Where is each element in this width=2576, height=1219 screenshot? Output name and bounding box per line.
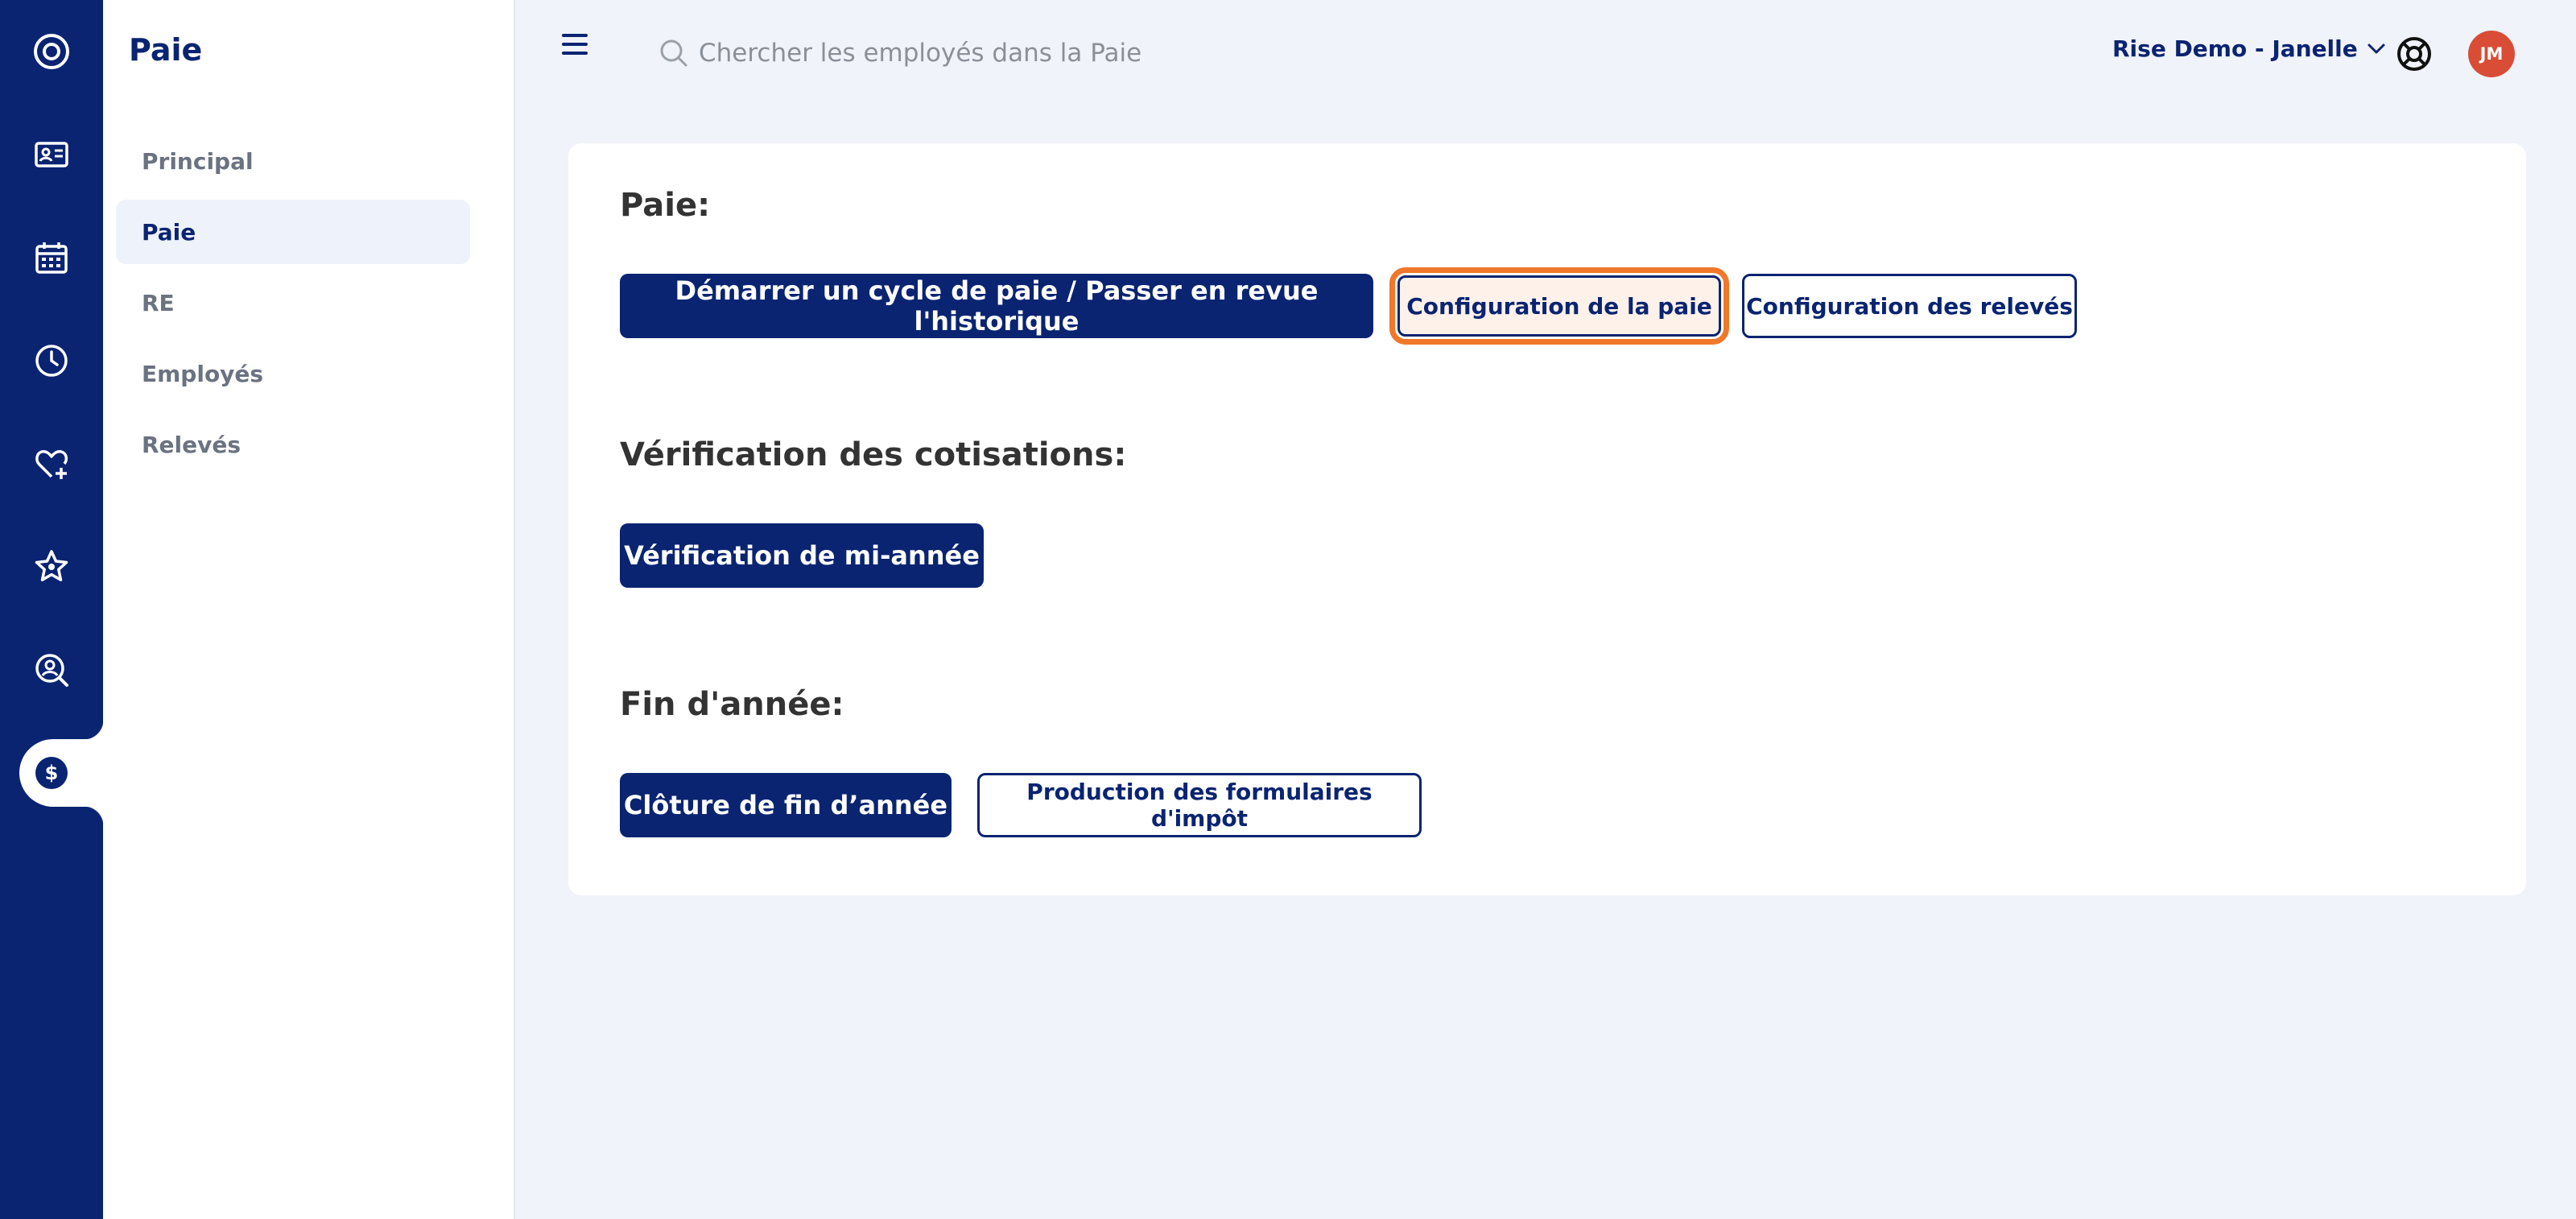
- star-icon[interactable]: [29, 544, 74, 589]
- subnav-item-releves[interactable]: Relevés: [116, 412, 470, 477]
- section-title-year-end: Fin d'année:: [620, 686, 844, 723]
- payroll-configuration-button[interactable]: Configuration de la paie: [1389, 267, 1729, 345]
- hamburger-menu-icon[interactable]: [562, 34, 594, 60]
- mid-year-verification-button[interactable]: Vérification de mi-année: [620, 523, 984, 588]
- start-payroll-cycle-button[interactable]: Démarrer un cycle de paie / Passer en re…: [620, 274, 1373, 338]
- icon-rail: $: [0, 0, 103, 1219]
- section-title-paie: Paie:: [620, 187, 711, 224]
- year-end-closing-button[interactable]: Clôture de fin d’année: [620, 773, 952, 837]
- user-avatar[interactable]: JM: [2468, 31, 2515, 77]
- svg-text:$: $: [45, 762, 59, 784]
- clock-icon[interactable]: [29, 338, 74, 383]
- dollar-icon[interactable]: $: [29, 750, 74, 795]
- payroll-subnav: Paie Principal Paie RE Employés Relevés: [103, 0, 515, 1219]
- payroll-card: Paie: Démarrer un cycle de paie / Passer…: [568, 143, 2526, 895]
- search-icon: [660, 39, 687, 67]
- heart-plus-icon[interactable]: [29, 441, 74, 486]
- account-switcher[interactable]: Rise Demo - Janelle: [2112, 35, 2387, 62]
- subnav-item-re[interactable]: RE: [116, 271, 470, 335]
- account-label: Rise Demo - Janelle: [2112, 35, 2358, 62]
- statements-configuration-button[interactable]: Configuration des relevés: [1742, 274, 2077, 338]
- tax-forms-production-button[interactable]: Production des formulaires d'impôt: [977, 773, 1422, 837]
- lifebuoy-help-icon[interactable]: [2396, 35, 2433, 72]
- subnav-item-paie[interactable]: Paie: [116, 200, 470, 264]
- id-card-icon[interactable]: [29, 132, 74, 177]
- section-title-verification: Vérification des cotisations:: [620, 436, 1127, 473]
- user-search-icon[interactable]: [29, 647, 74, 692]
- search-input[interactable]: [699, 39, 1343, 68]
- subnav-item-principal[interactable]: Principal: [116, 129, 470, 193]
- search-bar: [658, 31, 1383, 76]
- chevron-down-icon: [2368, 43, 2385, 53]
- app-logo-icon[interactable]: [29, 29, 74, 74]
- subnav-title: Paie: [129, 32, 203, 68]
- calendar-icon[interactable]: [29, 235, 74, 280]
- subnav-item-employes[interactable]: Employés: [116, 341, 470, 406]
